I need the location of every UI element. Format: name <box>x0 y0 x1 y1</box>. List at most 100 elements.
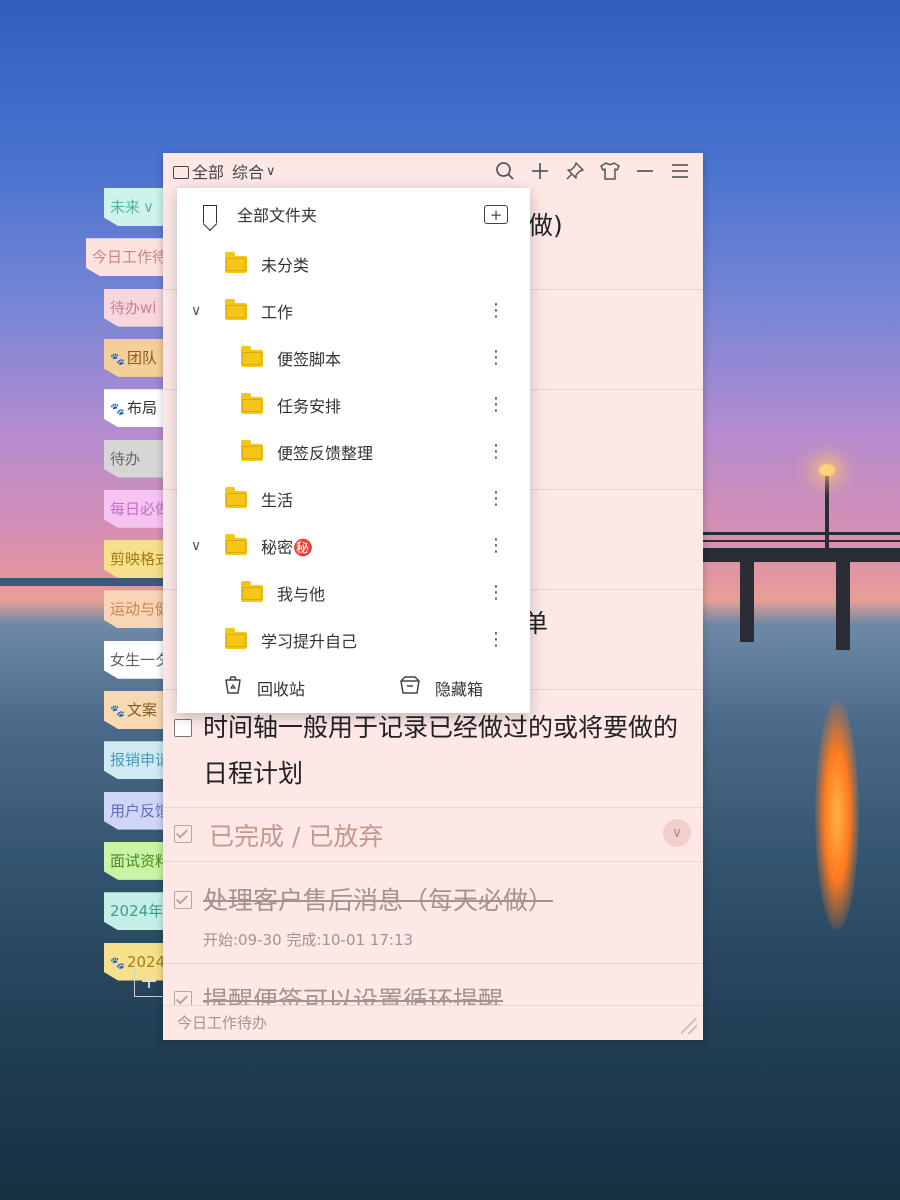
scope-label: 全部 <box>192 163 225 182</box>
more-options-icon[interactable]: ⋮ <box>487 584 505 602</box>
folder-icon <box>225 486 247 508</box>
side-tab[interactable]: 用户反馈 <box>104 791 172 830</box>
recycle-bin-label: 回收站 <box>257 679 306 699</box>
side-tab[interactable]: 待办 <box>104 439 172 478</box>
plus-icon[interactable] <box>522 154 557 188</box>
folder-dropdown: 全部文件夹 + 未分类 ∨ 工作 ⋮ 便签脚本 ⋮ 任务安排 ⋮ 便签反馈整理 ⋮ 生活 ⋮ ∨ 秘密㊙️… <box>177 188 530 713</box>
resize-grip-icon[interactable] <box>681 1018 697 1034</box>
pin-icon[interactable] <box>557 154 592 188</box>
shirt-icon[interactable] <box>592 154 627 188</box>
done-checkbox[interactable] <box>174 991 192 1005</box>
more-options-icon[interactable]: ⋮ <box>487 537 505 555</box>
minimize-icon[interactable] <box>627 154 662 188</box>
side-tab[interactable]: 🐾 团队 <box>104 338 172 377</box>
done-item[interactable]: 处理客户售后消息（每天必做） 开始:09-30 完成:10-01 17:13 <box>163 861 703 964</box>
side-tab[interactable]: 剪映格式 <box>104 540 172 579</box>
done-section-header[interactable]: 已完成 / 已放弃 ∨ <box>163 807 703 862</box>
team-icon: 🐾 <box>110 704 125 718</box>
side-tab[interactable]: 每日必做 <box>104 489 172 528</box>
folder-selector[interactable]: 全部 综合 ∨ <box>163 159 276 183</box>
all-folders-label: 全部文件夹 <box>237 206 318 225</box>
expand-chevron-icon[interactable]: ∨ <box>191 538 201 554</box>
done-section-title: 已完成 / 已放弃 <box>209 822 384 851</box>
done-item-meta: 开始:09-30 完成:10-01 17:13 <box>203 931 414 949</box>
expand-chevron-icon[interactable]: ∨ <box>191 303 201 319</box>
side-tab[interactable]: 女生一夕 <box>104 640 172 679</box>
recycle-bin-icon <box>223 675 243 700</box>
folder-item[interactable]: 我与他 ⋮ <box>177 570 530 616</box>
done-item-text: 处理客户售后消息（每天必做） <box>203 886 554 915</box>
team-icon: 🐾 <box>110 351 125 366</box>
add-tab-button[interactable]: + <box>134 966 163 997</box>
menu-icon[interactable] <box>662 154 697 188</box>
folder-item[interactable]: 未分类 <box>177 241 530 287</box>
done-item[interactable]: 提醒便签可以设置循环提醒 <box>163 963 703 1005</box>
chevron-down-icon: ∨ <box>266 163 276 179</box>
todo-checkbox[interactable] <box>174 719 192 737</box>
side-tab-label: 女生一夕 <box>110 650 171 669</box>
more-options-icon[interactable]: ⋮ <box>487 631 505 649</box>
title-bar: 全部 综合 ∨ <box>163 153 703 189</box>
folder-icon <box>241 439 263 461</box>
side-tab[interactable]: 🐾 文案 <box>104 691 172 729</box>
check-icon <box>174 825 192 843</box>
more-options-icon[interactable]: ⋮ <box>487 396 505 414</box>
folder-label: 便签脚本 <box>277 350 342 369</box>
folder-item[interactable]: 生活 ⋮ <box>177 476 530 522</box>
side-tab-label: 用户反馈 <box>110 801 171 820</box>
folder-icon <box>241 580 263 602</box>
recycle-bin-button[interactable]: 回收站 <box>223 675 305 700</box>
folder-item[interactable]: 学习提升自己 ⋮ <box>177 617 530 663</box>
folder-icon <box>173 165 189 179</box>
collapse-chevron-icon[interactable]: ∨ <box>663 819 691 847</box>
side-tab[interactable]: 未来 ∨ <box>104 188 172 226</box>
more-options-icon[interactable]: ⋮ <box>487 443 505 461</box>
more-options-icon[interactable]: ⋮ <box>487 349 505 367</box>
side-tab-label: 待办 <box>110 449 141 468</box>
chevron-down-icon: ∨ <box>143 198 154 216</box>
team-icon: 🐾 <box>110 955 125 970</box>
folder-icon <box>225 298 247 320</box>
folder-label: 生活 <box>261 491 294 510</box>
note-text: 时间轴一般用于记录已经做过的或将要做的日程计划 <box>203 713 679 788</box>
pier-rail-lower <box>700 540 900 542</box>
bookmark-icon <box>203 205 217 223</box>
side-tab[interactable]: 运动与健康 <box>104 590 172 629</box>
pier-post <box>836 562 850 650</box>
all-folders-item[interactable]: 全部文件夹 + <box>177 191 530 237</box>
folder-icon <box>225 627 247 649</box>
side-tab-label: 团队 <box>126 348 157 367</box>
folder-icon <box>241 345 263 367</box>
folder-icon <box>225 251 247 273</box>
side-tab[interactable]: 待办wi <box>104 288 172 327</box>
side-tab[interactable]: 2024年 <box>104 892 172 931</box>
more-options-icon[interactable]: ⋮ <box>487 302 505 320</box>
folder-item[interactable]: 便签反馈整理 ⋮ <box>177 429 530 475</box>
footer-label: 今日工作待办 <box>177 1014 268 1032</box>
side-tab-label: 面试资料 <box>110 851 171 870</box>
more-options-icon[interactable]: ⋮ <box>487 490 505 508</box>
folder-label: 秘密㊙️ <box>261 538 313 557</box>
side-tab-label: 待办wi <box>110 298 157 317</box>
done-item-text: 提醒便签可以设置循环提醒 <box>203 986 504 1005</box>
side-tab-label: 2024年 <box>110 902 164 921</box>
folder-item[interactable]: 任务安排 ⋮ <box>177 382 530 428</box>
folder-item[interactable]: ∨ 秘密㊙️ ⋮ <box>177 523 530 569</box>
side-tab[interactable]: 报销申请 <box>104 741 172 780</box>
add-folder-icon[interactable]: + <box>484 205 508 224</box>
folder-item[interactable]: 便签脚本 ⋮ <box>177 335 530 381</box>
search-icon[interactable] <box>487 154 522 188</box>
done-checkbox[interactable] <box>174 891 192 909</box>
folder-label: 我与他 <box>277 585 326 604</box>
hidden-box-button[interactable]: 隐藏箱 <box>399 675 483 700</box>
side-tab[interactable]: 面试资料 <box>104 841 172 880</box>
sort-label[interactable]: 综合 <box>232 159 264 183</box>
hidden-box-icon <box>399 675 421 700</box>
folder-icon <box>225 533 247 555</box>
light-reflection <box>815 700 859 930</box>
side-tab-label: 剪映格式 <box>110 550 171 569</box>
folder-item[interactable]: ∨ 工作 ⋮ <box>177 288 530 334</box>
side-tab-label: 每日必做 <box>110 499 171 518</box>
side-tab[interactable]: 🐾 布局 <box>104 389 172 428</box>
folder-label: 工作 <box>261 303 294 322</box>
